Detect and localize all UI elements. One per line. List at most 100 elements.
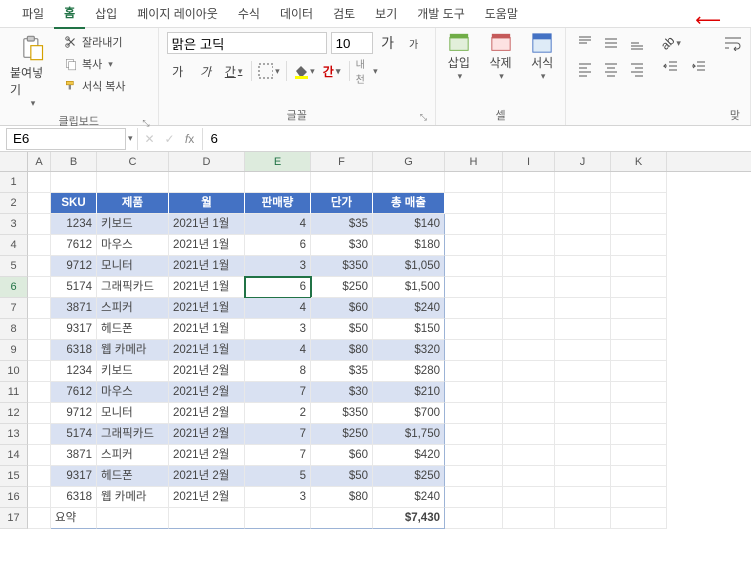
cell[interactable]: 3	[245, 487, 311, 508]
cell[interactable]: 4	[245, 340, 311, 361]
cell[interactable]	[445, 235, 503, 256]
row-header[interactable]: 12	[0, 403, 28, 424]
cell[interactable]: 2021년 1월	[169, 298, 245, 319]
increase-indent-button[interactable]	[688, 56, 710, 78]
cell[interactable]: 마우스	[97, 235, 169, 256]
cell[interactable]	[445, 193, 503, 214]
cell[interactable]: $700	[373, 403, 445, 424]
cell[interactable]: 헤드폰	[97, 319, 169, 340]
menu-home[interactable]: 홈	[54, 0, 85, 29]
cell[interactable]	[28, 214, 51, 235]
cell[interactable]: 2021년 2월	[169, 487, 245, 508]
wrap-text-button[interactable]	[724, 32, 742, 54]
cell[interactable]	[311, 508, 373, 529]
col-header-c[interactable]: C	[97, 152, 169, 171]
cell[interactable]: 모니터	[97, 256, 169, 277]
cell[interactable]	[555, 466, 611, 487]
cell[interactable]	[503, 445, 555, 466]
delete-cells-button[interactable]: 삭제▾	[486, 32, 516, 82]
name-box-dropdown[interactable]: ▾	[128, 133, 133, 144]
cell[interactable]: $250	[311, 424, 373, 445]
cell[interactable]	[611, 193, 667, 214]
menu-view[interactable]: 보기	[365, 0, 407, 28]
insert-cells-button[interactable]: 삽입▾	[444, 32, 474, 82]
cell[interactable]	[555, 298, 611, 319]
increase-font-button[interactable]: 가	[377, 32, 399, 54]
cell[interactable]	[555, 340, 611, 361]
cell[interactable]: $1,050	[373, 256, 445, 277]
formula-input[interactable]	[203, 128, 751, 150]
cell[interactable]	[503, 382, 555, 403]
cell[interactable]	[503, 340, 555, 361]
cell[interactable]	[555, 445, 611, 466]
cell[interactable]: 2021년 1월	[169, 340, 245, 361]
cell[interactable]	[611, 424, 667, 445]
cell[interactable]: $250	[311, 277, 373, 298]
cell[interactable]: 6	[245, 235, 311, 256]
cell[interactable]	[503, 487, 555, 508]
cell[interactable]	[28, 487, 51, 508]
cell[interactable]: 단가	[311, 193, 373, 214]
cell[interactable]: 2021년 1월	[169, 235, 245, 256]
cell[interactable]	[28, 445, 51, 466]
cell[interactable]: 2021년 2월	[169, 445, 245, 466]
cell[interactable]	[555, 256, 611, 277]
cell[interactable]	[445, 298, 503, 319]
select-all-corner[interactable]	[0, 152, 28, 171]
row-header[interactable]: 6	[0, 277, 28, 298]
cell[interactable]	[555, 403, 611, 424]
cell[interactable]: 2021년 2월	[169, 403, 245, 424]
menu-file[interactable]: 파일	[12, 0, 54, 28]
menu-help[interactable]: 도움말	[475, 0, 528, 28]
cell[interactable]	[503, 172, 555, 193]
cell[interactable]: $320	[373, 340, 445, 361]
cell[interactable]	[611, 214, 667, 235]
cell[interactable]	[28, 193, 51, 214]
cell[interactable]: $180	[373, 235, 445, 256]
cell[interactable]	[28, 298, 51, 319]
cell[interactable]: 총 매출	[373, 193, 445, 214]
cell[interactable]	[28, 466, 51, 487]
cell[interactable]: 1234	[51, 361, 97, 382]
cell[interactable]	[555, 214, 611, 235]
font-launcher[interactable]: ⤡	[420, 112, 427, 123]
cell[interactable]: 1234	[51, 214, 97, 235]
cell[interactable]: 6318	[51, 487, 97, 508]
cell[interactable]	[245, 508, 311, 529]
cell[interactable]: $80	[311, 487, 373, 508]
cell[interactable]: 7612	[51, 382, 97, 403]
cell[interactable]	[503, 319, 555, 340]
cell[interactable]	[555, 235, 611, 256]
cell[interactable]: $240	[373, 487, 445, 508]
cell[interactable]	[311, 172, 373, 193]
cell[interactable]	[503, 256, 555, 277]
cell[interactable]	[555, 172, 611, 193]
cell[interactable]: 2021년 1월	[169, 214, 245, 235]
col-header-g[interactable]: G	[373, 152, 445, 171]
cell[interactable]	[503, 214, 555, 235]
cell[interactable]	[445, 172, 503, 193]
cell[interactable]	[611, 382, 667, 403]
cell[interactable]	[169, 508, 245, 529]
row-header[interactable]: 9	[0, 340, 28, 361]
menu-pagelayout[interactable]: 페이지 레이아웃	[127, 0, 228, 28]
cell[interactable]	[611, 256, 667, 277]
col-header-i[interactable]: I	[503, 152, 555, 171]
cell[interactable]	[445, 256, 503, 277]
cell[interactable]: 3	[245, 319, 311, 340]
cell[interactable]: 7	[245, 424, 311, 445]
col-header-a[interactable]: A	[28, 152, 51, 171]
cell[interactable]	[51, 172, 97, 193]
cell[interactable]: $420	[373, 445, 445, 466]
cell[interactable]	[611, 277, 667, 298]
cell[interactable]: 2021년 2월	[169, 361, 245, 382]
cell[interactable]: 스피커	[97, 298, 169, 319]
decrease-indent-button[interactable]	[660, 56, 682, 78]
cell[interactable]: $280	[373, 361, 445, 382]
cell[interactable]: 요약	[51, 508, 97, 529]
cell[interactable]: $350	[311, 403, 373, 424]
cell[interactable]	[611, 340, 667, 361]
cell[interactable]	[445, 361, 503, 382]
menu-insert[interactable]: 삽입	[85, 0, 127, 28]
cell[interactable]	[555, 193, 611, 214]
